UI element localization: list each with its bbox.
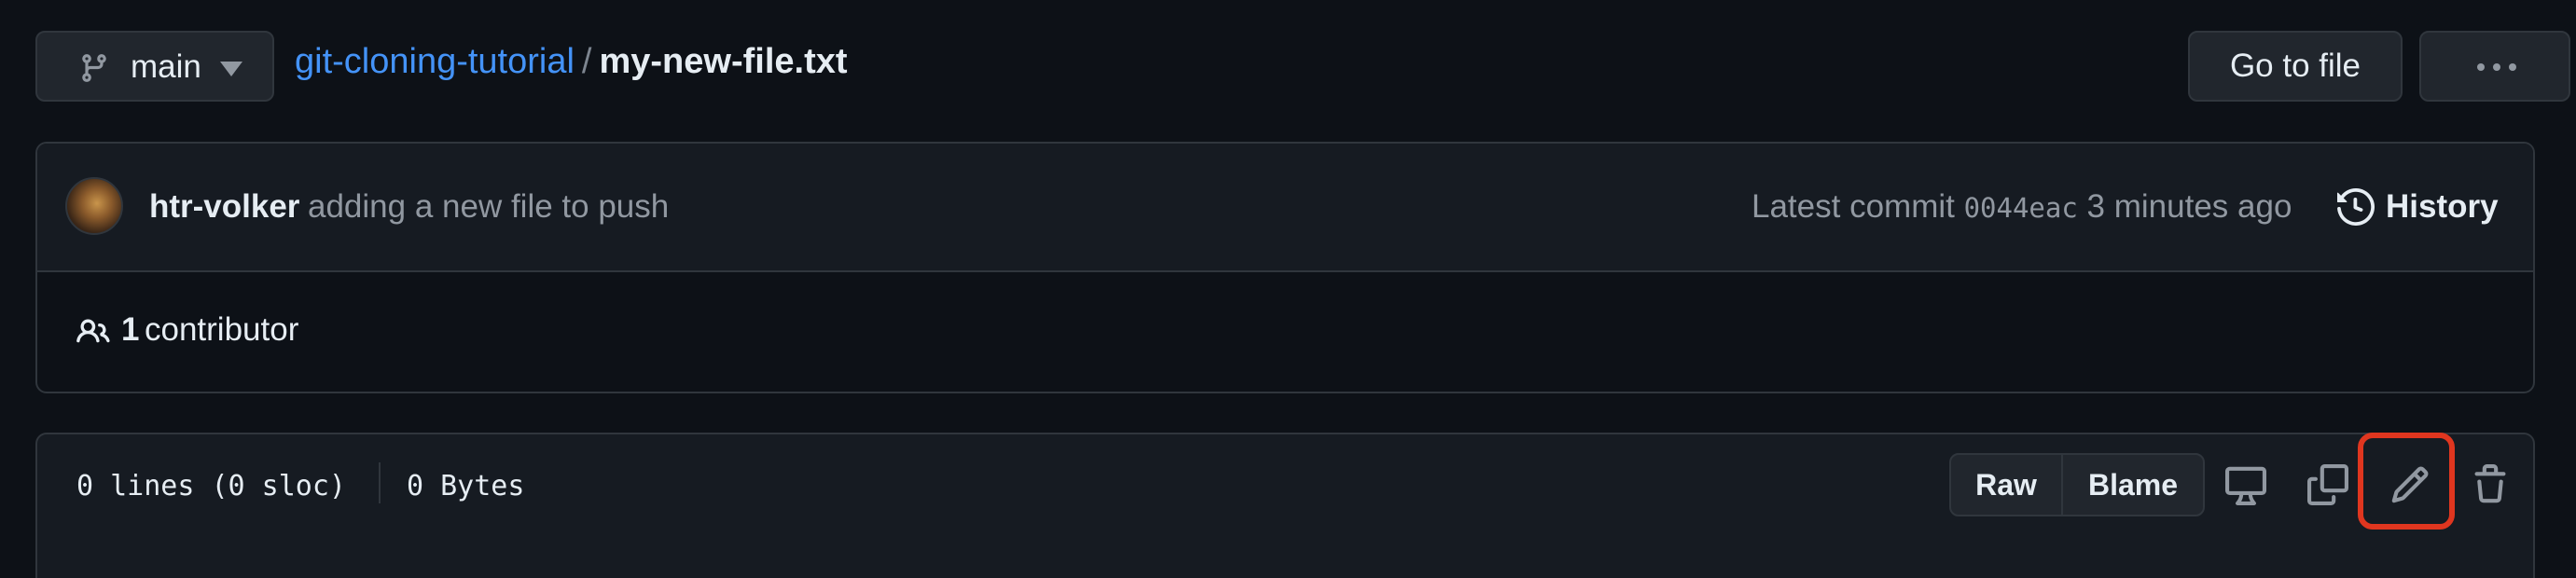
history-link[interactable]: History xyxy=(2337,179,2499,235)
breadcrumb-file-name: my-new-file.txt xyxy=(599,42,848,81)
branch-name: main xyxy=(131,48,201,85)
file-content-header: 0 lines (0 sloc) 0 Bytes Raw Blame xyxy=(35,433,2535,578)
more-options-button[interactable] xyxy=(2419,31,2570,102)
latest-commit-row: htr-volker adding a new file to push Lat… xyxy=(37,144,2533,272)
commit-author-link[interactable]: htr-volker xyxy=(149,188,299,226)
latest-commit-label: Latest commit xyxy=(1752,188,1955,225)
branch-selector-button[interactable]: main xyxy=(35,31,274,102)
view-mode-button-group: Raw Blame xyxy=(1949,453,2205,516)
meta-divider xyxy=(379,462,381,503)
contributor-count[interactable]: 1 xyxy=(121,311,139,349)
edit-button-highlight xyxy=(2358,433,2455,530)
contributor-label[interactable]: contributor xyxy=(145,311,298,349)
breadcrumb-separator: / xyxy=(581,42,592,81)
blame-button[interactable]: Blame xyxy=(2063,455,2203,515)
file-line-count: 0 lines (0 sloc) xyxy=(76,470,346,502)
desktop-icon[interactable] xyxy=(2225,464,2266,505)
breadcrumb: git-cloning-tutorial / my-new-file.txt xyxy=(295,42,848,82)
copy-icon[interactable] xyxy=(2307,464,2348,505)
history-icon xyxy=(2337,188,2375,226)
git-branch-icon xyxy=(82,54,106,82)
breadcrumb-repo-link[interactable]: git-cloning-tutorial xyxy=(295,42,575,81)
contributors-row: 1 contributor xyxy=(37,270,2533,393)
file-view-page: main git-cloning-tutorial / my-new-file.tx… xyxy=(0,0,2576,578)
people-icon xyxy=(76,319,110,343)
more-icon xyxy=(2477,63,2516,71)
commit-time: 3 minutes ago xyxy=(2086,188,2292,225)
commit-info-box: htr-volker adding a new file to push Lat… xyxy=(35,142,2535,393)
go-to-file-button[interactable]: Go to file xyxy=(2188,31,2403,102)
commit-sha-link[interactable]: 0044eac xyxy=(1964,192,2078,224)
history-label: History xyxy=(2386,188,2499,225)
commit-message-link[interactable]: adding a new file to push xyxy=(308,188,669,226)
file-size: 0 Bytes xyxy=(407,470,525,502)
raw-button[interactable]: Raw xyxy=(1951,455,2063,515)
latest-commit-info: Latest commit 0044eac 3 minutes ago xyxy=(1752,188,2292,226)
avatar[interactable] xyxy=(65,177,123,235)
trash-icon[interactable] xyxy=(2470,464,2511,505)
file-header: main git-cloning-tutorial / my-new-file.tx… xyxy=(35,31,2570,103)
caret-down-icon xyxy=(220,62,242,76)
